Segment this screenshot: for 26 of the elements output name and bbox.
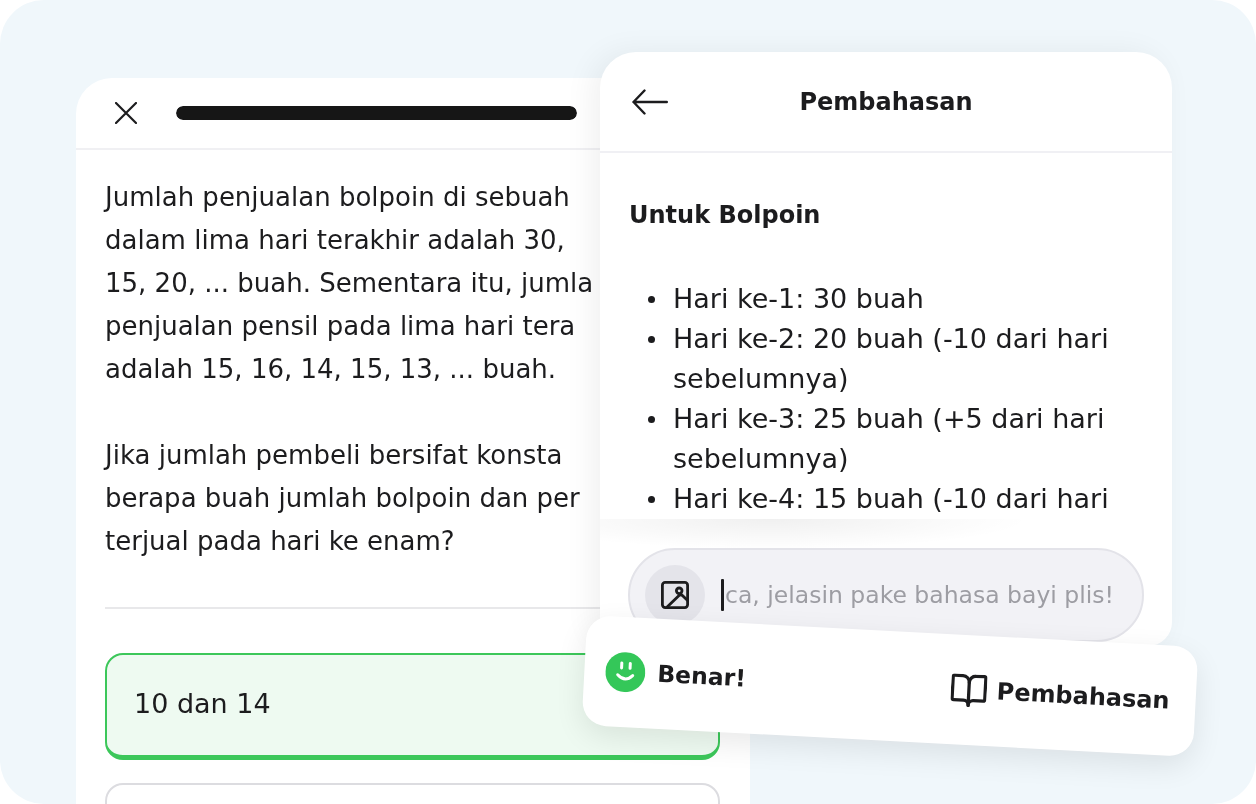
step-text: Hari ke-3: 25 buah (+5 dari hari sebelumnya) (673, 402, 1106, 476)
message-input-field[interactable]: ca, jelasin pake bahasa bayi plis! (724, 581, 1118, 609)
question-text-line: terjual pada hari ke enam? (105, 525, 455, 558)
book-icon (949, 672, 988, 708)
smiley-icon (604, 651, 647, 694)
panel-title: Pembahasan (799, 86, 973, 117)
question-text-line: adalah 15, 16, 14, 15, 13, ... buah. (105, 353, 557, 386)
close-icon[interactable] (115, 102, 137, 124)
bullet-icon (647, 295, 655, 303)
question-text-line: 15, 20, ... buah. Sementara itu, jumla (105, 267, 594, 300)
section-heading: Untuk Bolpoin (629, 200, 821, 230)
question-text-line: Jika jumlah pembeli bersifat konsta (105, 439, 563, 472)
bullet-icon (647, 335, 655, 343)
question-text-line: Jumlah penjualan bolpoin di sebuah (105, 181, 570, 214)
question-text-line: penjualan pensil pada lima hari tera (105, 310, 576, 343)
text-cursor-icon (721, 579, 724, 611)
step-text: Hari ke-1: 30 buah (673, 282, 924, 316)
image-icon (661, 581, 689, 609)
question-text-line: berapa buah jumlah bolpoin dan per (105, 482, 580, 515)
back-arrow-icon[interactable] (632, 88, 668, 115)
bullet-icon (647, 495, 655, 503)
bullet-icon (647, 415, 655, 423)
explanation-button[interactable]: Pembahasan (949, 672, 1171, 718)
question-text-line: dalam lima hari terakhir adalah 30, (105, 224, 565, 257)
step-text: Hari ke-4: 15 buah (-10 dari hari (673, 482, 1109, 516)
step-text: Hari ke-2: 20 buah (-10 dari hari sebelumnya) (673, 322, 1110, 396)
